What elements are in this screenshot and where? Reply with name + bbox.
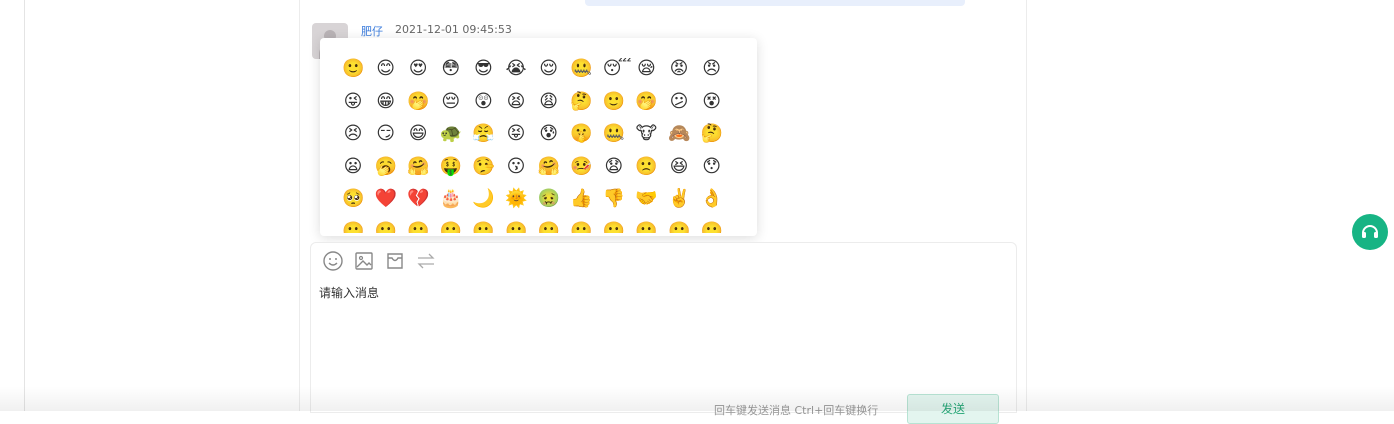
emoji-option[interactable]: 🙁 — [635, 156, 657, 178]
emoji-option[interactable]: 🙂 — [668, 221, 690, 234]
emoji-option[interactable]: 😰 — [538, 123, 560, 145]
emoji-option[interactable]: 🥱 — [375, 156, 397, 178]
emoji-option[interactable]: 😏 — [375, 123, 397, 145]
emoji-option[interactable]: 😆 — [668, 156, 690, 178]
emoji-option[interactable]: 🙂 — [407, 221, 429, 234]
emoji-option[interactable]: 🤗 — [538, 156, 560, 178]
emoji-option[interactable]: 😯 — [701, 156, 723, 178]
emoji-option[interactable]: 🤢 — [538, 188, 560, 210]
emoji-option[interactable]: 🌙 — [472, 188, 494, 210]
emoji-option[interactable]: 😲 — [472, 91, 494, 113]
emoji-option[interactable]: 🙈 — [668, 123, 690, 145]
emoji-option[interactable]: 😳 — [440, 58, 462, 80]
emoji-option[interactable]: 🤭 — [635, 91, 657, 113]
emoji-option[interactable]: ❤️ — [375, 188, 397, 210]
emoji-picker-popover: 🙂 😊 😍 😳 😎 😭 😌 🤐 😴 😪 😡 😠 😜 😁 🤭 😔 😲 😫 😩 🤔 🙂 🤭 😕 😵 😣 😏 😄 🐢 😤 😝 😰 🤫 🤐 🐮 🙈 🤔 😦 🥱 🤗 🤑… — [320, 38, 757, 236]
emoji-grid: 🙂 😊 😍 😳 😎 😭 😌 🤐 😴 😪 😡 😠 😜 😁 🤭 😔 😲 😫 😩 🤔 🙂 🤭 😕 😵 😣 😏 😄 🐢 😤 😝 😰 🤫 🤐 🐮 🙈 🤔 😦 🥱 🤗 🤑… — [342, 58, 742, 233]
emoji-option[interactable]: 🤒 — [570, 156, 592, 178]
emoji-option[interactable]: 😊 — [375, 58, 397, 80]
emoji-option[interactable]: 😗 — [505, 156, 527, 178]
emoji-option[interactable]: 👍 — [570, 188, 592, 210]
emoji-option[interactable]: 🙂 — [701, 221, 723, 234]
emoji-option[interactable]: 🐮 — [635, 123, 657, 145]
emoji-option[interactable]: 🤗 — [407, 156, 429, 178]
emoji-option[interactable]: 😍 — [407, 58, 429, 80]
emoji-option[interactable]: 🙂 — [342, 221, 364, 234]
emoji-option[interactable]: 🤭 — [407, 91, 429, 113]
emoji-option[interactable]: 😧 — [603, 156, 625, 178]
message-timestamp: 2021-12-01 09:45:53 — [395, 23, 512, 36]
emoji-option[interactable]: 😠 — [701, 58, 723, 80]
emoji-option[interactable]: 🙂 — [342, 58, 364, 80]
emoji-option[interactable]: 🙂 — [570, 221, 592, 234]
emoji-option[interactable]: 🙂 — [635, 221, 657, 234]
image-icon[interactable] — [353, 250, 375, 272]
emoji-option[interactable]: 🐢 — [440, 123, 462, 145]
emoji-option[interactable]: 😌 — [538, 58, 560, 80]
emoji-option[interactable]: 🤐 — [603, 123, 625, 145]
emoji-option[interactable]: 😡 — [668, 58, 690, 80]
emoji-option[interactable]: 🌞 — [505, 188, 527, 210]
sender-name[interactable]: 肥仔 — [361, 23, 383, 39]
send-button[interactable]: 发送 — [907, 394, 999, 424]
emoji-option[interactable]: 🤫 — [570, 123, 592, 145]
emoji-option[interactable]: 🙂 — [603, 221, 625, 234]
emoji-option[interactable]: 😫 — [505, 91, 527, 113]
emoji-option[interactable]: 😤 — [472, 123, 494, 145]
emoji-option[interactable]: 😣 — [342, 123, 364, 145]
emoji-option[interactable]: ✌️ — [668, 188, 690, 210]
emoji-option[interactable]: 😭 — [505, 58, 527, 80]
emoji-option[interactable]: 🥺 — [342, 188, 364, 210]
emoji-option[interactable]: 🤑 — [440, 156, 462, 178]
emoji-option[interactable]: 🙂 — [603, 91, 625, 113]
emoji-option[interactable]: 🤔 — [570, 91, 592, 113]
left-panel-border — [0, 0, 25, 411]
emoji-option[interactable]: 🤥 — [472, 156, 494, 178]
customer-support-button[interactable] — [1352, 214, 1388, 250]
emoji-icon[interactable] — [322, 250, 344, 272]
emoji-option[interactable]: 😴 — [603, 58, 632, 80]
emoji-option[interactable]: 🤝 — [635, 188, 657, 210]
emoji-option[interactable]: 😔 — [440, 91, 462, 113]
transfer-icon[interactable] — [415, 250, 437, 272]
emoji-option[interactable]: 👎 — [603, 188, 625, 210]
message-input-placeholder[interactable]: 请输入消息 — [319, 284, 379, 301]
emoji-option[interactable]: 😝 — [505, 123, 527, 145]
emoji-option[interactable]: 😪 — [635, 58, 657, 80]
emoji-option[interactable]: 😁 — [375, 91, 397, 113]
emoji-option[interactable]: 😩 — [538, 91, 560, 113]
emoji-option[interactable]: 😦 — [342, 156, 364, 178]
emoji-option[interactable]: 🤔 — [701, 123, 723, 145]
emoji-option[interactable]: 👌 — [701, 188, 723, 210]
emoji-option[interactable]: 🙂 — [440, 221, 462, 234]
emoji-option[interactable]: 😜 — [342, 91, 364, 113]
emoji-option[interactable]: 😄 — [407, 123, 429, 145]
emoji-option[interactable]: 😎 — [472, 58, 494, 80]
send-shortcut-hint: 回车键发送消息 Ctrl+回车键换行 — [714, 404, 879, 417]
emoji-option[interactable]: 💔 — [407, 188, 429, 210]
emoji-option[interactable]: 🙂 — [375, 221, 397, 234]
emoji-option[interactable]: 🙂 — [505, 221, 527, 234]
inbox-icon[interactable] — [384, 250, 406, 272]
emoji-option[interactable]: 🙂 — [472, 221, 494, 234]
emoji-option[interactable]: 🤐 — [570, 58, 592, 80]
emoji-option[interactable]: 🎂 — [440, 188, 462, 210]
emoji-option[interactable]: 😵 — [701, 91, 723, 113]
headset-icon — [1362, 225, 1378, 238]
emoji-option[interactable]: 😕 — [668, 91, 690, 113]
emoji-option[interactable]: 🙂 — [538, 221, 560, 234]
previous-message-bubble — [585, 0, 965, 6]
